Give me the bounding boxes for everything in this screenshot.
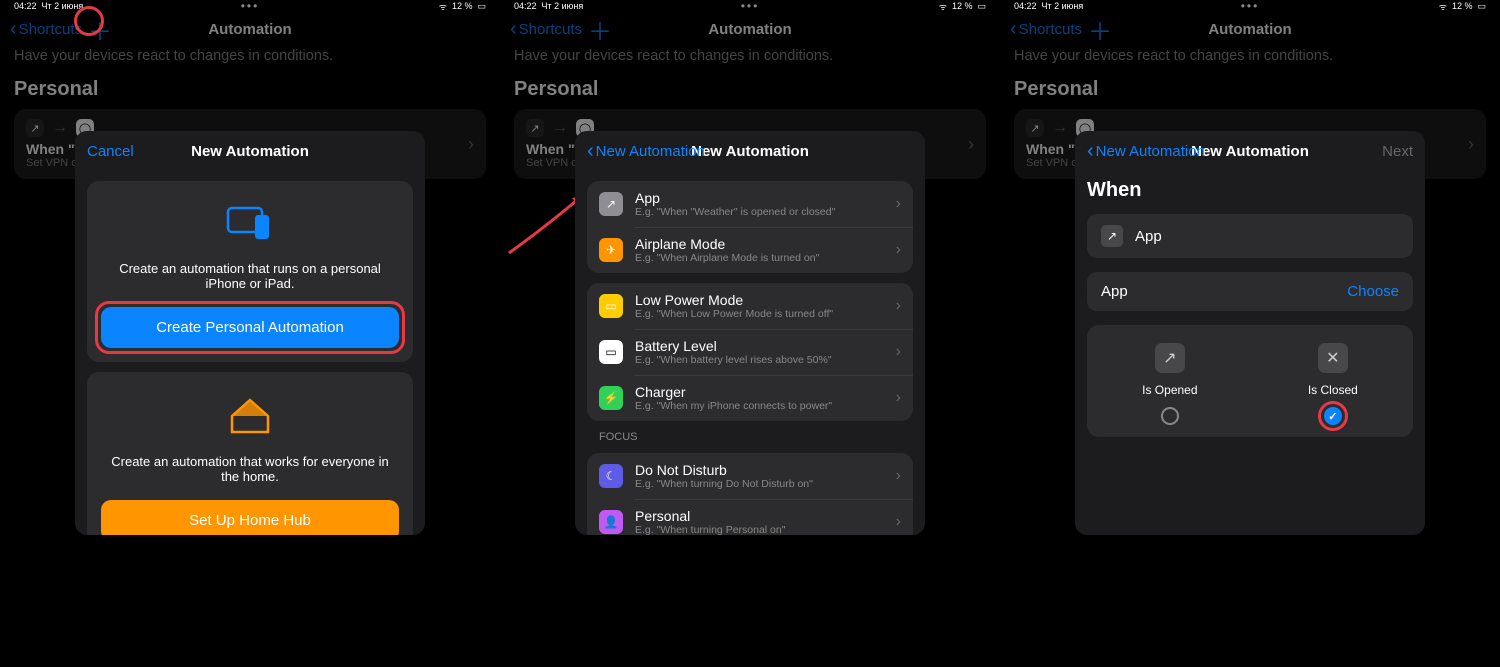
sheet-title: New Automation: [1191, 143, 1309, 160]
choose-app-cell[interactable]: App Choose: [1087, 272, 1413, 311]
section-header: Personal: [0, 68, 500, 109]
trigger-icon: ☾: [599, 464, 623, 488]
trigger-charger[interactable]: ⚡ ChargerE.g. "When my iPhone connects t…: [587, 375, 913, 421]
app-trigger-sheet: ‹New Automation New Automation Next When…: [1075, 131, 1425, 535]
trigger-icon: ✈: [599, 238, 623, 262]
next-button[interactable]: Next: [1382, 143, 1413, 160]
back-button[interactable]: ‹ Shortcuts ＋: [10, 12, 112, 47]
personal-automation-card: Create an automation that runs on a pers…: [87, 181, 413, 362]
chevron-left-icon: ‹: [10, 19, 17, 39]
sheet-title: New Automation: [191, 143, 309, 160]
home-automation-card: Create an automation that works for ever…: [87, 372, 413, 535]
close-icon: ✕: [1318, 343, 1348, 373]
sheet-title: New Automation: [691, 143, 809, 160]
is-opened-label: Is Opened: [1142, 383, 1197, 397]
choose-button[interactable]: Choose: [1347, 283, 1399, 300]
app-header-cell: ↗ App: [1087, 214, 1413, 258]
chevron-right-icon: ›: [896, 467, 901, 485]
battery-percent: 12 %: [452, 1, 473, 11]
is-closed-option[interactable]: ✕ Is Closed: [1308, 343, 1358, 425]
chevron-right-icon: ›: [896, 389, 901, 407]
back-button[interactable]: ‹Shortcuts＋: [510, 12, 612, 47]
chevron-right-icon: ›: [896, 195, 901, 213]
status-time: 04:22: [14, 1, 37, 11]
trigger-icon: ▭: [599, 294, 623, 318]
subtitle: Have your devices react to changes in co…: [0, 46, 500, 68]
personal-desc: Create an automation that runs on a pers…: [101, 261, 399, 291]
trigger-battery-level[interactable]: ▭ Battery LevelE.g. "When battery level …: [587, 329, 913, 375]
chevron-right-icon: ›: [896, 241, 901, 259]
setup-home-button[interactable]: Set Up Home Hub: [101, 500, 399, 535]
trigger-airplane-mode[interactable]: ✈ Airplane ModeE.g. "When Airplane Mode …: [587, 227, 913, 273]
trigger-icon: ⚡: [599, 386, 623, 410]
trigger-list-sheet: ‹New Automation New Automation ↗ AppE.g.…: [575, 131, 925, 535]
trigger-icon: ↗: [599, 192, 623, 216]
status-date: Чт 2 июня: [42, 1, 84, 11]
trigger-icon: ▭: [599, 340, 623, 364]
home-desc: Create an automation that works for ever…: [101, 454, 399, 484]
status-bar: 04:22Чт 2 июня ••• ᯤ12 %▭: [1000, 0, 1500, 12]
chevron-right-icon: ›: [468, 134, 474, 155]
chevron-right-icon: ›: [896, 513, 901, 531]
status-bar: 04:22 Чт 2 июня ••• ᯤ 12 % ▭: [0, 0, 500, 12]
share-icon: ↗: [26, 119, 44, 137]
wifi-icon: ᯤ: [439, 0, 447, 13]
battery-icon: ▭: [477, 1, 486, 12]
status-bar: 04:22Чт 2 июня ••• ᯤ12 %▭: [500, 0, 1000, 12]
arrow-icon: →: [52, 119, 68, 137]
trigger-low-power-mode[interactable]: ▭ Low Power ModeE.g. "When Low Power Mod…: [587, 283, 913, 329]
is-closed-label: Is Closed: [1308, 383, 1358, 397]
back-button[interactable]: ‹Shortcuts＋: [1010, 12, 1112, 47]
chevron-right-icon: ›: [896, 343, 901, 361]
nav-bar: ‹Shortcuts＋ Automation: [500, 12, 1000, 46]
trigger-icon: 👤: [599, 510, 623, 534]
chevron-right-icon: ›: [896, 297, 901, 315]
nav-bar: ‹Shortcuts＋ Automation: [1000, 12, 1500, 46]
when-header: When: [1087, 171, 1413, 214]
open-close-toggle: ↗ Is Opened ✕ Is Closed: [1087, 325, 1413, 437]
new-automation-sheet: Cancel New Automation Create an automati…: [75, 131, 425, 535]
back-label: Shortcuts: [19, 21, 82, 38]
cancel-button[interactable]: Cancel: [87, 143, 134, 160]
create-personal-button[interactable]: Create Personal Automation: [101, 307, 399, 348]
nav-title: Automation: [208, 21, 291, 38]
trigger-app[interactable]: ↗ AppE.g. "When "Weather" is opened or c…: [587, 181, 913, 227]
nav-bar: ‹ Shortcuts ＋ Automation: [0, 12, 500, 46]
devices-icon: [101, 205, 399, 243]
home-icon: [101, 396, 399, 436]
is-closed-radio[interactable]: [1324, 407, 1342, 425]
trigger-personal[interactable]: 👤 PersonalE.g. "When turning Personal on…: [587, 499, 913, 535]
open-icon: ↗: [1155, 343, 1185, 373]
app-icon: ↗: [1101, 225, 1123, 247]
add-button[interactable]: ＋: [88, 12, 112, 47]
is-opened-radio[interactable]: [1161, 407, 1179, 425]
trigger-do-not-disturb[interactable]: ☾ Do Not DisturbE.g. "When turning Do No…: [587, 453, 913, 499]
app-label: App: [1135, 228, 1399, 245]
is-opened-option[interactable]: ↗ Is Opened: [1142, 343, 1197, 425]
focus-label: FOCUS: [587, 431, 913, 443]
back-button[interactable]: ‹New Automation: [1087, 141, 1205, 161]
app-row-label: App: [1101, 283, 1347, 300]
back-button[interactable]: ‹New Automation: [587, 141, 705, 161]
